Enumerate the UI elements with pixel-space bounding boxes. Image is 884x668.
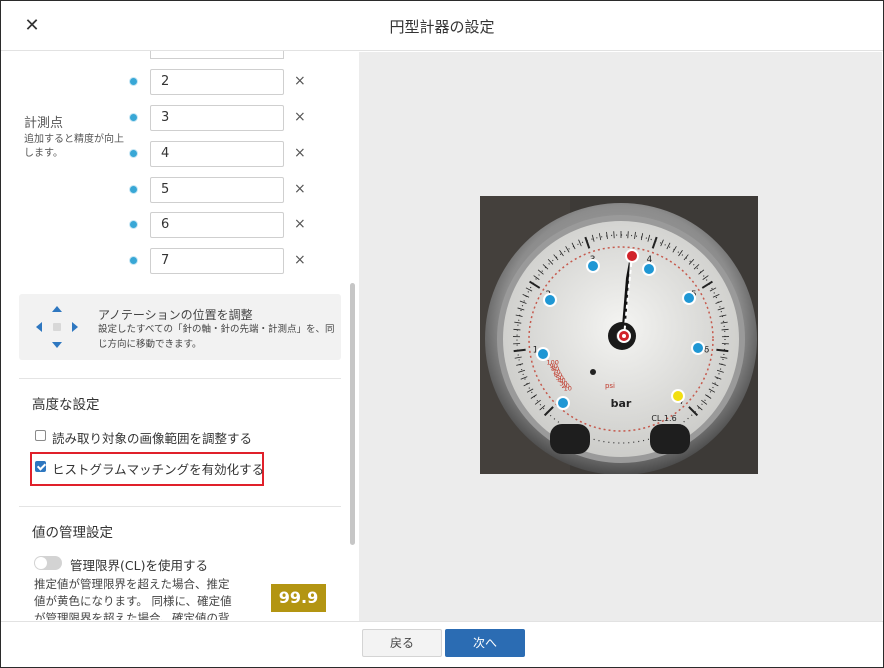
- add-point-icon[interactable]: [129, 149, 138, 158]
- measurement-point-marker[interactable]: [642, 262, 656, 276]
- gauge-tick: [716, 348, 729, 353]
- add-point-icon[interactable]: [129, 113, 138, 122]
- value-management-title: 値の管理設定: [32, 525, 113, 541]
- measurement-point-marker[interactable]: [543, 293, 557, 307]
- arrow-left-icon[interactable]: [36, 322, 42, 332]
- delete-point-icon[interactable]: ×: [294, 73, 306, 89]
- gauge-tick: [513, 348, 526, 353]
- delete-point-icon[interactable]: ×: [294, 216, 306, 232]
- delete-point-icon[interactable]: ×: [294, 109, 306, 125]
- gauge-psi-number: 100: [546, 359, 558, 367]
- arrow-center-dot: [53, 323, 61, 331]
- divider: [19, 506, 341, 507]
- measurement-point-input[interactable]: 3: [150, 105, 284, 131]
- annotation-description: 設定したすべての「針の軸・針の先端・計測点」を、同じ方向に移動できます。: [98, 324, 335, 350]
- cl-value-badge: 99.9: [271, 584, 326, 612]
- gauge-unit: bar: [611, 397, 632, 410]
- cl-toggle-label: 管理限界(CL)を使用する: [70, 558, 208, 573]
- delete-point-icon[interactable]: ×: [294, 252, 306, 268]
- next-button[interactable]: 次へ: [445, 629, 525, 657]
- arrow-up-icon[interactable]: [52, 306, 62, 312]
- add-point-icon[interactable]: [129, 77, 138, 86]
- add-point-icon[interactable]: [129, 256, 138, 265]
- measurement-point-input[interactable]: 6: [150, 212, 284, 238]
- gauge-photo: 01234567 102030405060708090100 bar psi C…: [480, 196, 758, 474]
- max-point-marker[interactable]: [671, 389, 685, 403]
- left-panel-scrollbar[interactable]: [350, 283, 355, 545]
- histogram-matching-checkbox[interactable]: [35, 461, 46, 472]
- gauge-svg: 01234567 102030405060708090100 bar psi C…: [480, 196, 758, 474]
- delete-point-icon[interactable]: ×: [294, 145, 306, 161]
- measurement-point-input[interactable]: 5: [150, 177, 284, 203]
- back-button[interactable]: 戻る: [362, 629, 442, 657]
- cl-toggle[interactable]: [34, 556, 62, 570]
- measurement-points-label: 計測点: [24, 116, 64, 131]
- annotation-title: アノテーションの位置を調整: [98, 308, 253, 322]
- input-field-clipped[interactable]: [150, 51, 284, 59]
- measurement-point-input[interactable]: 7: [150, 248, 284, 274]
- toggle-knob: [35, 557, 47, 569]
- gauge-psi-label: psi: [605, 382, 615, 390]
- measurement-point-marker[interactable]: [682, 291, 696, 305]
- add-point-icon[interactable]: [129, 220, 138, 229]
- histogram-matching-label[interactable]: ヒストグラムマッチングを有効化する: [52, 459, 264, 478]
- needle-tip-marker[interactable]: [625, 249, 639, 263]
- dialog-header: ✕ 円型計器の設定: [1, 1, 883, 51]
- measurement-point-marker[interactable]: [536, 347, 550, 361]
- measurement-point-marker[interactable]: [586, 259, 600, 273]
- dialog-footer: [1, 621, 883, 667]
- arrow-right-icon[interactable]: [72, 322, 78, 332]
- dialog-title: 円型計器の設定: [389, 18, 495, 36]
- cl-description: 推定値が管理限界を超えた場合、推定値が黄色になります。 同様に、確定値が管理限界…: [34, 577, 232, 620]
- adjust-range-checkbox[interactable]: [35, 430, 46, 441]
- measurement-point-marker[interactable]: [556, 396, 570, 410]
- adjust-range-label[interactable]: 読み取り対象の画像範囲を調整する: [52, 428, 252, 447]
- measurement-point-input[interactable]: 4: [150, 141, 284, 167]
- measurement-point-input[interactable]: 2: [150, 69, 284, 95]
- gauge-class-label: CL 1.6: [651, 414, 676, 423]
- arrow-down-icon[interactable]: [52, 342, 62, 348]
- advanced-settings-title: 高度な設定: [32, 397, 100, 413]
- delete-point-icon[interactable]: ×: [294, 181, 306, 197]
- measurement-point-marker[interactable]: [691, 341, 705, 355]
- add-point-icon[interactable]: [129, 185, 138, 194]
- divider: [19, 378, 341, 379]
- measurement-points-description: 追加すると精度が向上します。: [24, 134, 124, 159]
